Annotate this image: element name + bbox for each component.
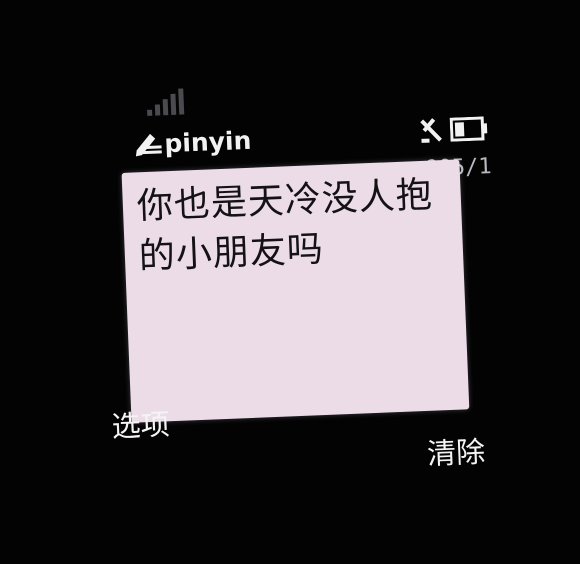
battery-icon xyxy=(449,116,488,142)
message-text: 你也是天冷没人抱的小朋友吗 xyxy=(136,174,434,278)
status-icons xyxy=(418,114,489,145)
signal-bars-icon xyxy=(146,88,191,116)
clear-softkey[interactable]: 清除 xyxy=(426,429,486,473)
silent-mode-icon xyxy=(420,118,442,143)
pen-icon xyxy=(135,133,162,157)
phone-screen: pinyin 905/1 你也是天冷没人抱的小朋友吗 选项 清除 xyxy=(80,72,516,489)
input-mode-label: pinyin xyxy=(163,125,252,158)
options-softkey[interactable]: 选项 xyxy=(111,401,171,445)
input-mode-indicator: pinyin xyxy=(132,122,252,163)
message-input-area[interactable]: 你也是天冷没人抱的小朋友吗 xyxy=(121,159,470,423)
